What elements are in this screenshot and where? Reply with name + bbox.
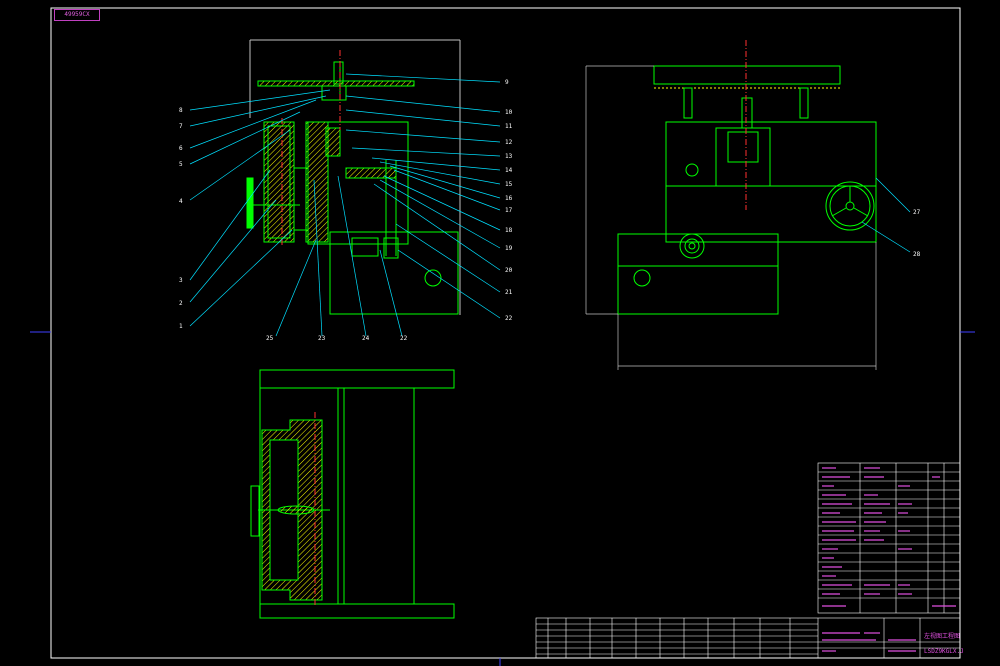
balloon-1: 1 (179, 323, 183, 330)
balloon-labels-bottom: 25 23 24 22 (266, 335, 408, 342)
balloon-3: 3 (179, 277, 183, 284)
balloon-5: 5 (179, 161, 183, 168)
parts-list-magenta-fill (822, 467, 956, 607)
balloon-25: 25 (266, 335, 274, 342)
balloon-28: 28 (913, 251, 921, 258)
balloon-11: 11 (505, 123, 513, 130)
balloon-22: 22 (505, 315, 513, 322)
balloon-17: 17 (505, 207, 513, 214)
balloon-20: 20 (505, 267, 513, 274)
leader-lines-bottom (275, 175, 403, 337)
balloon-24: 24 (362, 335, 370, 342)
side-view (617, 65, 877, 315)
cad-drawing-canvas: 8 7 6 5 4 3 2 1 9 10 11 12 13 14 15 16 1… (30, 7, 975, 666)
balloon-16: 16 (505, 195, 513, 202)
parts-list-table (817, 462, 961, 614)
balloon-14: 14 (505, 167, 513, 174)
balloon-labels-left: 8 7 6 5 4 3 2 1 (179, 107, 183, 330)
balloon-15: 15 (505, 181, 513, 188)
balloon-8: 8 (179, 107, 183, 114)
balloon-19: 19 (505, 245, 513, 252)
balloon-9: 9 (505, 79, 509, 86)
balloon-13: 13 (505, 153, 513, 160)
side-view-leaders (861, 177, 911, 253)
balloon-22b: 22 (400, 335, 408, 342)
balloon-10: 10 (505, 109, 513, 116)
balloon-18: 18 (505, 227, 513, 234)
revision-table (535, 617, 961, 659)
balloon-27: 27 (913, 209, 921, 216)
balloon-labels-right: 9 10 11 12 13 14 15 16 17 18 19 20 21 22 (505, 79, 513, 322)
balloon-12: 12 (505, 139, 513, 146)
side-view-dimensions (585, 65, 877, 370)
balloon-21: 21 (505, 289, 513, 296)
plan-view (250, 369, 455, 619)
balloon-6: 6 (179, 145, 183, 152)
balloon-2: 2 (179, 300, 183, 307)
balloon-7: 7 (179, 123, 183, 130)
titleblock-title: 左视图工程图 (924, 632, 960, 640)
titleblock-drawing-number: LSDZ9KGLX.J (924, 648, 964, 655)
balloon-23: 23 (318, 335, 326, 342)
front-section-view (246, 39, 461, 315)
leader-lines-right (345, 73, 501, 319)
balloon-4: 4 (179, 198, 183, 205)
